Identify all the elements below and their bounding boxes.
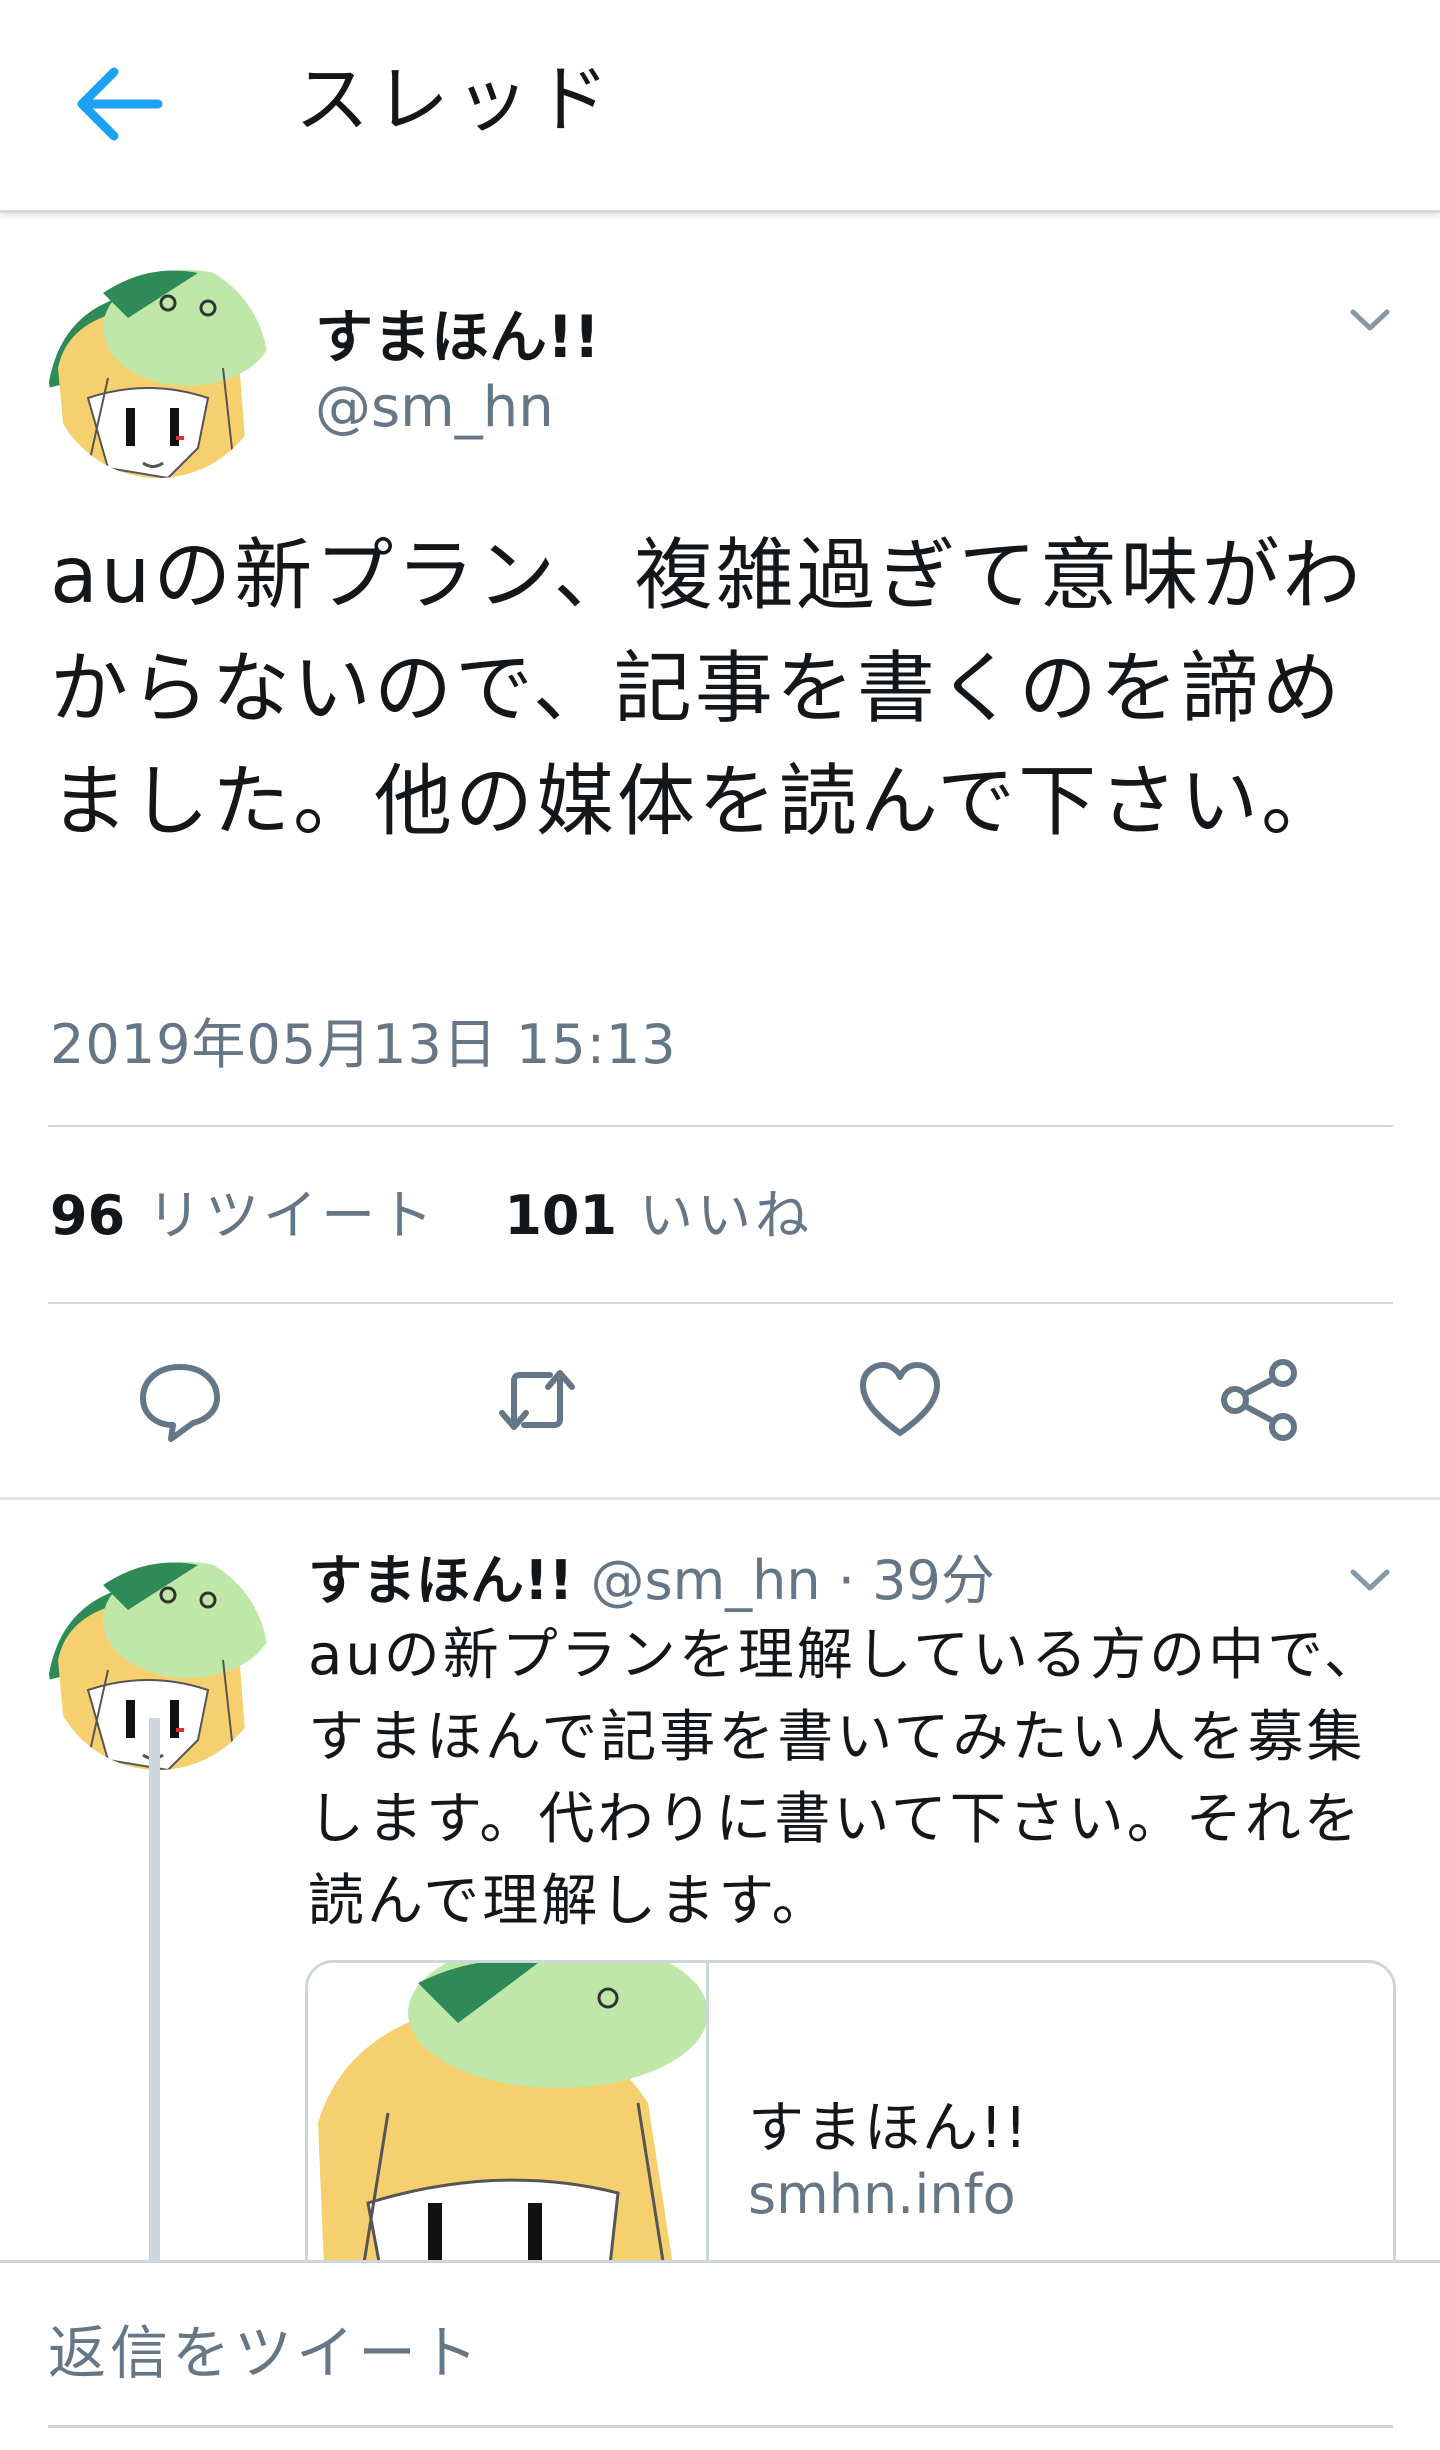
reply-menu-button[interactable] xyxy=(1345,1560,1395,1600)
app-root: スレッド すまほん!! @sm_hn auの新プラン、複雑過ぎて意味がわからない… xyxy=(0,0,1440,2450)
reply-compose-bar: 返信をツイート xyxy=(0,2260,1440,2450)
arrow-left-icon xyxy=(77,67,163,141)
tweet-menu-button[interactable] xyxy=(1345,300,1395,340)
reply-input[interactable]: 返信をツイート xyxy=(48,2303,1393,2403)
share-icon xyxy=(1221,1359,1297,1441)
reply-author-handle[interactable]: @sm_hn xyxy=(590,1549,820,1612)
like-stat[interactable]: 101 いいね xyxy=(504,1184,813,1247)
section-separator xyxy=(0,1497,1440,1500)
like-count: 101 xyxy=(504,1184,618,1247)
retweet-stat[interactable]: 96 リツイート xyxy=(50,1184,454,1247)
heart-icon xyxy=(860,1362,940,1436)
chevron-down-icon xyxy=(1350,1569,1390,1591)
reply-author-name[interactable]: すまほん!! xyxy=(308,1549,573,1612)
avatar[interactable] xyxy=(48,258,268,478)
input-underline xyxy=(48,2425,1393,2428)
reply-icon xyxy=(140,1364,220,1442)
author-handle[interactable]: @sm_hn xyxy=(315,375,554,440)
retweet-label: リツイート xyxy=(147,1184,438,1247)
avatar-illustration xyxy=(48,258,268,478)
card-title: すまほん!! xyxy=(748,2096,1029,2161)
tweet-text: auの新プラン、複雑過ぎて意味がわからないので、記事を書くのを諦めました。他の媒… xyxy=(50,531,1364,847)
engagement-stats: 96 リツイート 101 いいね xyxy=(50,1180,813,1252)
reply-button[interactable] xyxy=(135,1355,225,1445)
like-label: いいね xyxy=(639,1184,814,1247)
card-domain: smhn.info xyxy=(748,2163,1016,2226)
back-button[interactable] xyxy=(70,62,170,146)
tweet-timestamp: 2019年05月13日 15:13 xyxy=(50,1013,677,1076)
retweet-button[interactable] xyxy=(492,1355,582,1445)
chevron-down-icon xyxy=(1350,309,1390,331)
divider xyxy=(48,1125,1393,1127)
page-title: スレッド xyxy=(295,57,615,143)
top-app-bar: スレッド xyxy=(0,0,1440,213)
reply-header: すまほん!! @sm_hn · 39分 xyxy=(308,1545,995,1617)
like-button[interactable] xyxy=(855,1355,945,1445)
share-button[interactable] xyxy=(1215,1355,1305,1445)
reply-time-ago: · 39分 xyxy=(837,1549,995,1612)
retweet-icon xyxy=(499,1370,575,1430)
retweet-count: 96 xyxy=(50,1184,126,1247)
reply-tweet-text: auの新プランを理解している方の中で、すまほんで記事を書いてみたい人を募集します… xyxy=(308,1623,1383,1934)
author-name[interactable]: すまほん!! xyxy=(315,290,600,374)
divider xyxy=(48,1302,1393,1304)
thread-connector-line xyxy=(149,1718,160,2278)
